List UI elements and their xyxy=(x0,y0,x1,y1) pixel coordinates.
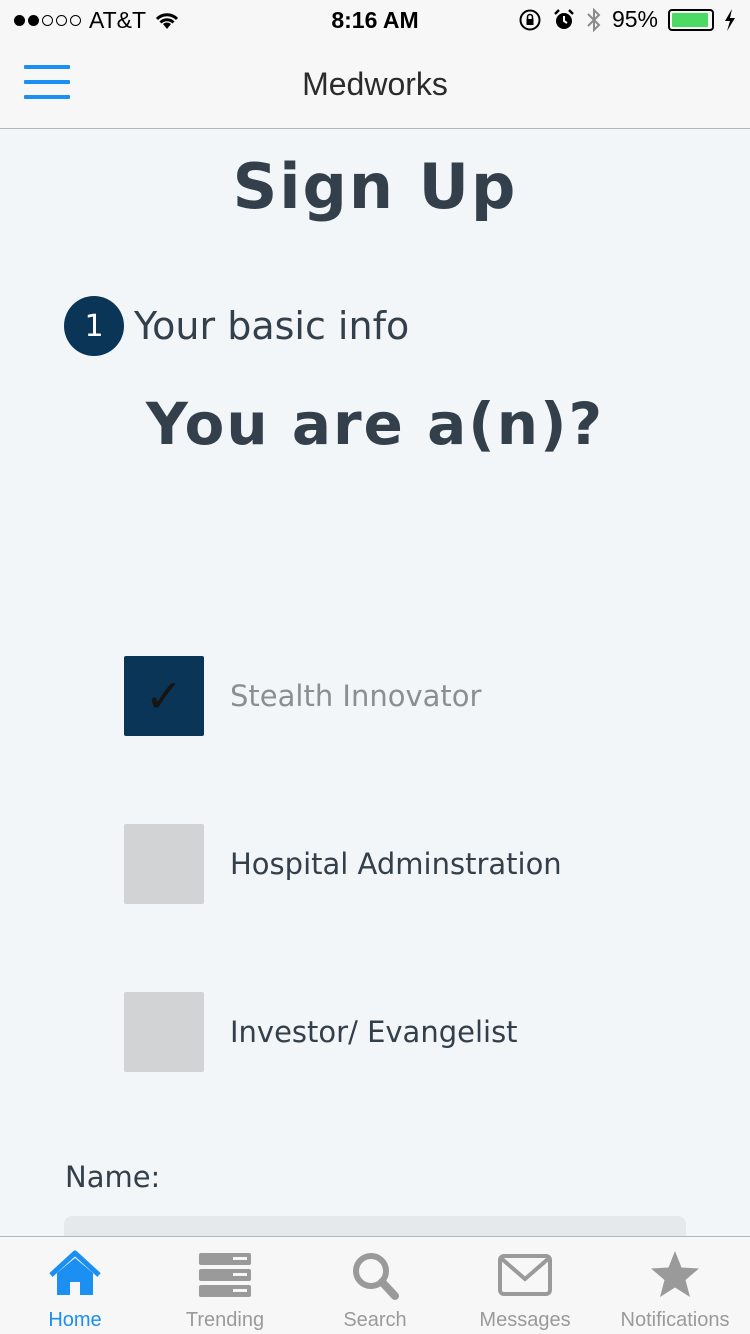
role-question: You are a(n)? xyxy=(145,390,605,458)
home-icon xyxy=(49,1250,101,1295)
checkbox-checked[interactable]: ✓ xyxy=(124,656,204,736)
option-label: Stealth Innovator xyxy=(230,679,482,713)
step-indicator: 1 Your basic info xyxy=(64,296,409,356)
tab-label: Search xyxy=(343,1309,407,1331)
tab-bar: Home Trending Search Messages Notificati… xyxy=(0,1236,750,1334)
option-hospital-administration[interactable]: Hospital Adminstration xyxy=(124,824,562,904)
battery-fill xyxy=(672,12,709,27)
status-bar: AT&T 8:16 AM 95% xyxy=(0,0,750,40)
star-icon xyxy=(651,1251,699,1297)
bluetooth-icon xyxy=(587,7,601,32)
option-stealth-innovator[interactable]: ✓ Stealth Innovator xyxy=(124,656,481,736)
trending-icon xyxy=(199,1253,251,1297)
checkbox-unchecked[interactable] xyxy=(124,824,204,904)
tab-label: Trending xyxy=(185,1309,265,1331)
app-title: Medworks xyxy=(302,66,448,102)
tab-label: Home xyxy=(48,1309,102,1331)
tab-search[interactable]: Search xyxy=(300,1237,450,1334)
option-label: Hospital Adminstration xyxy=(230,847,562,881)
page-title: Sign Up xyxy=(232,150,518,223)
charging-bolt-icon xyxy=(725,8,735,31)
messages-icon xyxy=(498,1254,552,1296)
battery-percent: 95% xyxy=(611,6,658,32)
search-icon xyxy=(353,1253,399,1300)
tab-label: Notifications xyxy=(620,1309,730,1331)
orientation-lock-icon xyxy=(519,9,541,30)
status-right: 95% xyxy=(518,6,736,33)
battery-icon xyxy=(668,8,714,31)
option-label: Investor/ Evangelist xyxy=(230,1015,518,1049)
tab-label: Messages xyxy=(479,1309,571,1331)
nav-bar: Medworks xyxy=(0,40,750,129)
tab-home[interactable]: Home xyxy=(0,1237,150,1334)
step-label: Your basic info xyxy=(134,304,410,348)
tab-messages[interactable]: Messages xyxy=(450,1237,600,1334)
tab-notifications[interactable]: Notifications xyxy=(600,1237,750,1334)
checkmark-icon: ✓ xyxy=(144,669,184,723)
option-investor-evangelist[interactable]: Investor/ Evangelist xyxy=(124,992,518,1072)
name-label: Name: xyxy=(65,1160,161,1194)
alarm-icon xyxy=(554,8,574,29)
tab-trending[interactable]: Trending xyxy=(150,1237,300,1334)
checkbox-unchecked[interactable] xyxy=(124,992,204,1072)
step-number-badge: 1 xyxy=(64,296,124,356)
